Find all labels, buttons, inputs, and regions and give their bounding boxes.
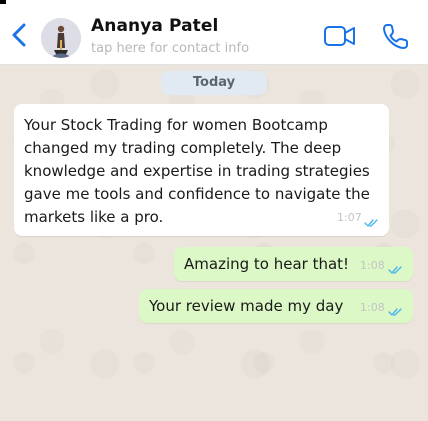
avatar[interactable] xyxy=(41,18,81,58)
phone-icon xyxy=(383,24,408,49)
video-call-button[interactable] xyxy=(323,23,357,49)
message-text: Amazing to hear that! xyxy=(184,255,350,273)
double-check-icon xyxy=(364,219,378,227)
date-separator: Today xyxy=(161,71,267,95)
message-time: 1:08 xyxy=(360,259,385,272)
contact-name[interactable]: Ananya Patel xyxy=(91,16,218,36)
outgoing-message-bubble[interactable]: Your review made my day 1:08 xyxy=(139,289,413,323)
contact-info-hint[interactable]: tap here for contact info xyxy=(91,41,249,56)
chevron-left-icon xyxy=(12,23,26,47)
message-time: 1:07 xyxy=(337,211,362,224)
outgoing-message-bubble[interactable]: Amazing to hear that! 1:08 xyxy=(174,247,413,281)
voice-call-button[interactable] xyxy=(381,21,411,51)
double-check-icon xyxy=(388,308,402,316)
message-text: Your Stock Trading for women Bootcamp ch… xyxy=(24,116,370,226)
person-photo-icon xyxy=(41,18,81,58)
chat-header: Ananya Patel tap here for contact info xyxy=(0,4,428,65)
video-camera-icon xyxy=(324,26,355,46)
incoming-message-bubble[interactable]: Your Stock Trading for women Bootcamp ch… xyxy=(14,104,389,236)
message-time: 1:08 xyxy=(360,301,385,314)
message-text: Your review made my day xyxy=(149,297,344,315)
double-check-icon xyxy=(388,266,402,274)
back-button[interactable] xyxy=(8,22,30,48)
